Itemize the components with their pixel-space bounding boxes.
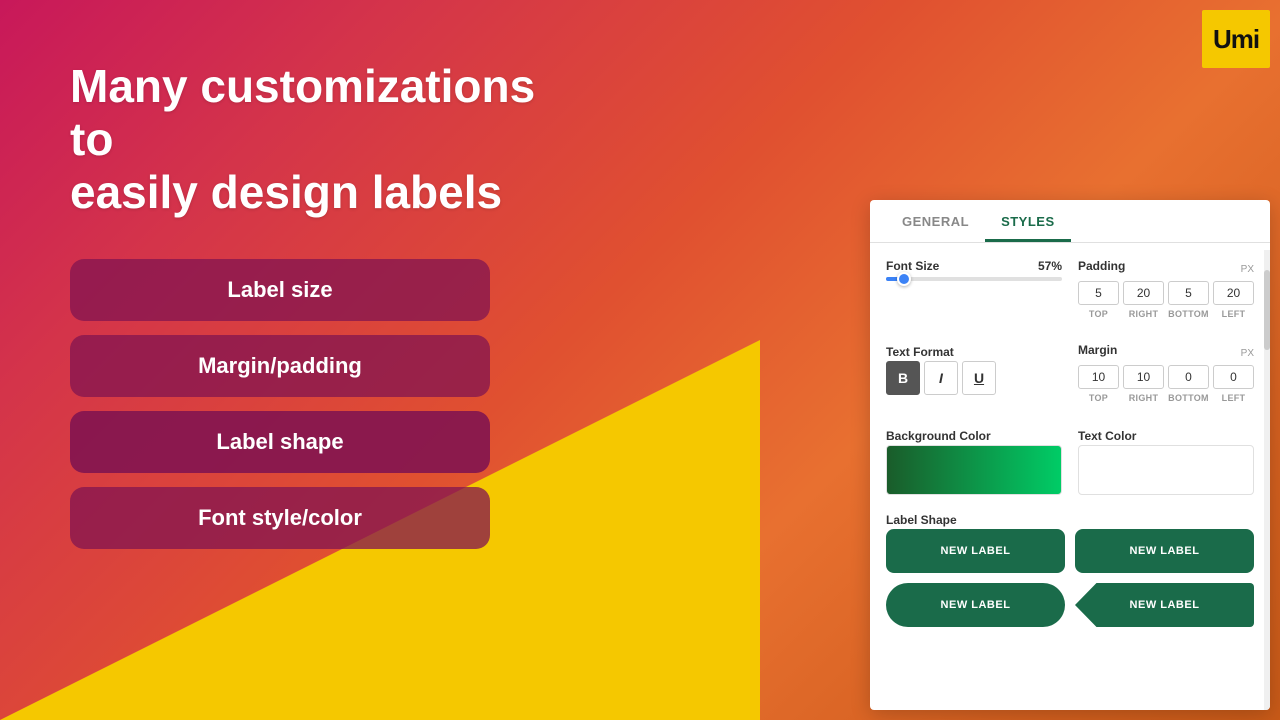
- scrollbar-track[interactable]: [1264, 250, 1270, 710]
- padding-labels: TOP RIGHT BOTTOM LEFT: [1078, 309, 1254, 319]
- text-format-col: Text Format B I U: [886, 343, 1062, 411]
- margin-label: Margin: [1078, 343, 1117, 357]
- margin-px-label: PX: [1241, 348, 1254, 359]
- margin-right-input[interactable]: [1123, 365, 1164, 389]
- scrollbar-thumb[interactable]: [1264, 270, 1270, 350]
- pad-lbl-left: LEFT: [1213, 309, 1254, 319]
- left-content: Many customizations toeasily design labe…: [70, 60, 570, 549]
- feature-font-style-button[interactable]: Font style/color: [70, 487, 490, 549]
- tab-general[interactable]: GENERAL: [886, 200, 985, 242]
- margin-lbl-right: RIGHT: [1123, 393, 1164, 403]
- padding-top-input[interactable]: [1078, 281, 1119, 305]
- padding-col: Padding PX TOP RIGHT BOTTOM LEFT: [1078, 259, 1254, 327]
- text-color-swatch[interactable]: [1078, 445, 1254, 495]
- text-format-label: Text Format: [886, 345, 954, 359]
- padding-bottom-input[interactable]: [1168, 281, 1209, 305]
- label-shape-grid: NEW LABEL NEW LABEL NEW LABEL NEW LABEL: [886, 529, 1254, 627]
- font-size-label: Font Size: [886, 259, 939, 273]
- color-row: Background Color Text Color: [886, 427, 1254, 495]
- logo-text: Umi: [1213, 24, 1259, 55]
- shape-pill-button[interactable]: NEW LABEL: [886, 583, 1065, 627]
- font-size-col: Font Size 57%: [886, 259, 1062, 327]
- margin-inputs: [1078, 365, 1254, 389]
- margin-lbl-left: LEFT: [1213, 393, 1254, 403]
- feature-list: Label size Margin/padding Label shape Fo…: [70, 259, 570, 549]
- margin-bottom-input[interactable]: [1168, 365, 1209, 389]
- margin-lbl-top: TOP: [1078, 393, 1119, 403]
- font-size-slider[interactable]: [886, 277, 1062, 281]
- margin-top-input[interactable]: [1078, 365, 1119, 389]
- bold-button[interactable]: B: [886, 361, 920, 395]
- tab-styles[interactable]: STYLES: [985, 200, 1071, 242]
- shape-banner-button[interactable]: NEW LABEL: [1075, 583, 1254, 627]
- font-size-value: 57%: [1038, 259, 1062, 273]
- pad-lbl-top: TOP: [1078, 309, 1119, 319]
- customization-panel: GENERAL STYLES Font Size 57% Padding: [870, 200, 1270, 710]
- pad-lbl-bottom: BOTTOM: [1168, 309, 1209, 319]
- margin-lbl-bottom: BOTTOM: [1168, 393, 1209, 403]
- font-size-padding-row: Font Size 57% Padding PX: [886, 259, 1254, 327]
- underline-button[interactable]: U: [962, 361, 996, 395]
- text-format-margin-row: Text Format B I U Margin PX: [886, 343, 1254, 411]
- background-color-label: Background Color: [886, 429, 991, 443]
- text-color-label: Text Color: [1078, 429, 1136, 443]
- feature-label-shape-button[interactable]: Label shape: [70, 411, 490, 473]
- padding-label: Padding: [1078, 259, 1125, 273]
- margin-left-input[interactable]: [1213, 365, 1254, 389]
- panel-tabs: GENERAL STYLES: [870, 200, 1270, 243]
- italic-button[interactable]: I: [924, 361, 958, 395]
- padding-right-input[interactable]: [1123, 281, 1164, 305]
- umi-logo: Umi: [1202, 10, 1270, 68]
- main-title: Many customizations toeasily design labe…: [70, 60, 570, 219]
- label-shape-section: Label Shape NEW LABEL NEW LABEL NEW LABE…: [886, 511, 1254, 627]
- padding-px-label: PX: [1241, 264, 1254, 275]
- label-shape-label: Label Shape: [886, 513, 957, 527]
- shape-rounded2-button[interactable]: NEW LABEL: [1075, 529, 1254, 573]
- padding-inputs: [1078, 281, 1254, 305]
- slider-thumb: [897, 272, 911, 286]
- text-format-buttons: B I U: [886, 361, 1062, 395]
- padding-left-input[interactable]: [1213, 281, 1254, 305]
- pad-lbl-right: RIGHT: [1123, 309, 1164, 319]
- shape-rounded-button[interactable]: NEW LABEL: [886, 529, 1065, 573]
- feature-label-size-button[interactable]: Label size: [70, 259, 490, 321]
- background-color-col: Background Color: [886, 427, 1062, 495]
- feature-margin-padding-button[interactable]: Margin/padding: [70, 335, 490, 397]
- margin-labels: TOP RIGHT BOTTOM LEFT: [1078, 393, 1254, 403]
- text-color-col: Text Color: [1078, 427, 1254, 495]
- margin-col: Margin PX TOP RIGHT BOTTOM LEFT: [1078, 343, 1254, 411]
- background-color-swatch[interactable]: [886, 445, 1062, 495]
- panel-body: Font Size 57% Padding PX: [870, 243, 1270, 710]
